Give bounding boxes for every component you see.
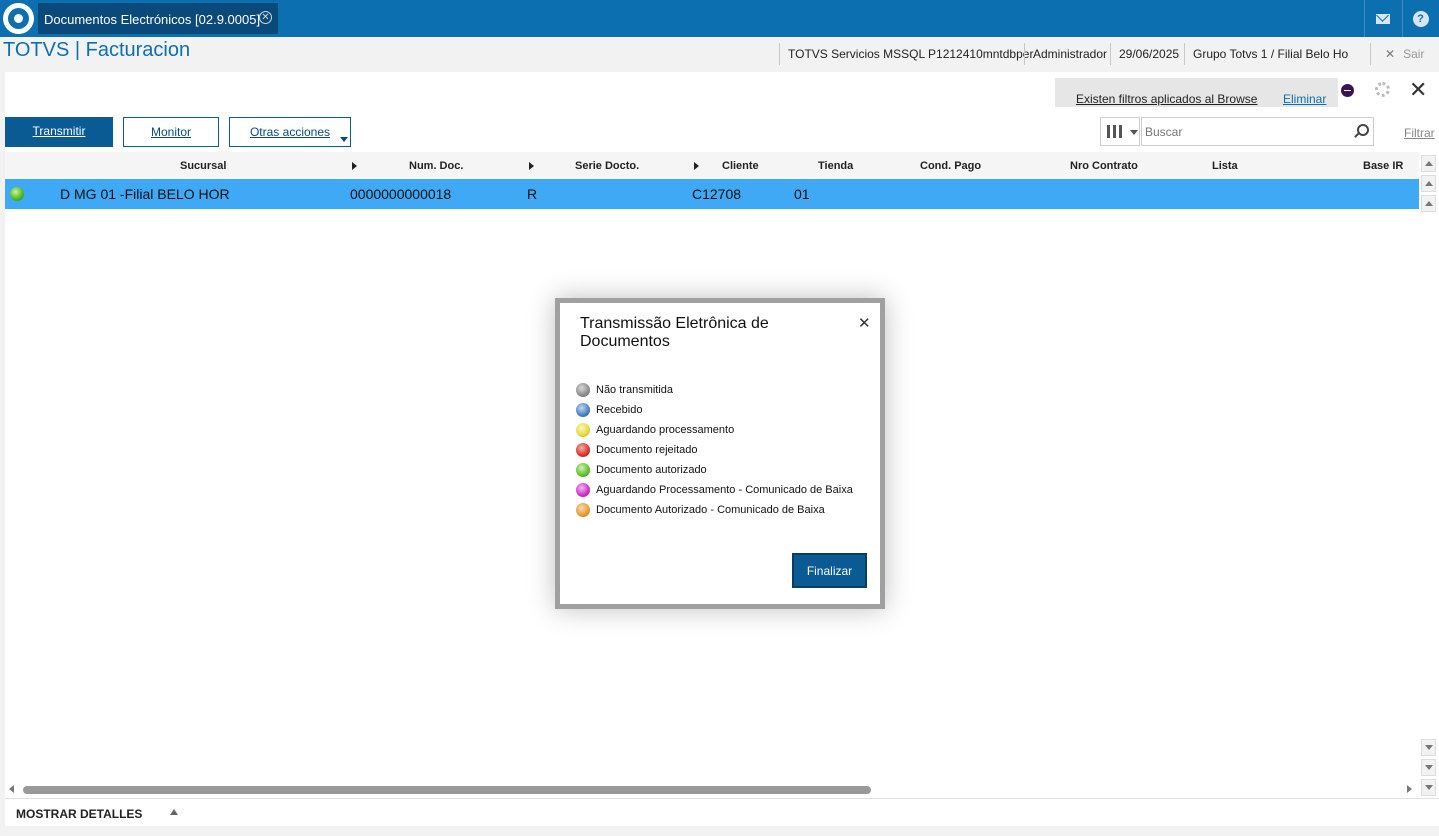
legend-item: Aguardando Processamento - Comunicado de… [576,483,853,503]
monitor-button[interactable]: Monitor [123,117,219,147]
column-header-lista[interactable]: Lista [1212,160,1238,172]
horizontal-scroll-thumb[interactable] [23,786,871,794]
details-bar[interactable]: MOSTRAR DETALLES [5,798,1439,826]
dialog-title: Transmissão Eletrônica de Documentos [580,315,769,350]
gear-icon[interactable] [1375,82,1390,97]
legend-label: Documento Autorizado - Comunicado de Bai… [596,504,825,516]
filter-notice: Existen filtros aplicados al Browse Elim… [1055,78,1338,107]
remove-filters-link[interactable]: Eliminar [1283,92,1326,106]
column-header-serie[interactable]: Serie Docto. [575,160,639,172]
top-bar: Documentos Electrónicos [02.9.0005] ✕ ? [0,0,1439,37]
scroll-right-icon[interactable] [1407,785,1412,793]
legend-label: Aguardando Processamento - Comunicado de… [596,484,853,496]
scroll-page-down-button[interactable] [1421,759,1436,776]
close-icon: ✕ [1385,47,1396,61]
status-red-icon [576,443,590,457]
dialog-close-icon[interactable]: ✕ [858,314,871,332]
status-magenta-icon [576,483,590,497]
column-header-tienda[interactable]: Tienda [818,160,853,172]
exit-button[interactable]: ✕ Sair [1370,43,1438,65]
cell-cliente: C12708 [692,186,742,202]
tab-title: Documentos Electrónicos [02.9.0005] [44,12,261,27]
status-green-icon [576,463,590,477]
app-header: TOTVS | Facturacion TOTVS Servicios MSSQ… [0,37,1439,70]
grid-header: Sucursal Num. Doc. Serie Docto. Cliente … [5,152,1419,179]
close-icon[interactable]: ✕ [1409,79,1427,101]
show-details-label[interactable]: MOSTRAR DETALLES [16,807,142,821]
mail-button[interactable] [1364,0,1400,37]
filter-notice-text[interactable]: Existen filtros aplicados al Browse [1076,92,1257,106]
status-grey-icon [576,383,590,397]
scroll-top-button[interactable] [1421,155,1436,172]
legend-dialog: Transmissão Eletrônica de Documentos ✕ N… [555,298,885,609]
status-authorized-icon [10,187,24,201]
column-header-num-doc[interactable]: Num. Doc. [409,160,463,172]
help-icon: ? [1412,10,1429,27]
legend-label: Aguardando processamento [596,424,735,436]
totvs-logo-icon[interactable] [3,3,34,34]
columns-icon [1107,125,1122,138]
scroll-down-button[interactable] [1421,739,1436,756]
scroll-left-icon[interactable] [9,785,14,793]
cell-serie: R [527,186,538,202]
cell-tienda: 01 [794,186,810,202]
sort-arrow-icon[interactable] [529,162,534,170]
transmit-button[interactable]: Transmitir [5,117,113,147]
legend-label: Recebido [596,404,643,416]
column-header-base-ir[interactable]: Base IR [1363,160,1403,172]
cell-num-doc: 0000000000018 [350,186,452,202]
search-icon[interactable] [1357,124,1369,136]
cell-sucursal: D MG 01 -Filial BELO HOR [60,186,230,202]
legend-item: Aguardando processamento [576,423,853,443]
status-blue-icon [576,403,590,417]
status-legend: Não transmitida Recebido Aguardando proc… [576,383,853,523]
search-input[interactable] [1141,117,1374,146]
tab-documentos-electronicos[interactable]: Documentos Electrónicos [02.9.0005] ✕ [38,3,278,34]
status-orange-icon [576,503,590,517]
scroll-bottom-button[interactable] [1421,779,1436,796]
legend-item: Documento autorizado [576,463,853,483]
chevron-up-icon[interactable] [170,809,178,815]
minus-circle-icon[interactable] [1341,84,1354,97]
column-header-nro-contrato[interactable]: Nro Contrato [1070,160,1138,172]
column-header-sucursal[interactable]: Sucursal [180,160,226,172]
scroll-up-button[interactable] [1421,195,1436,212]
horizontal-scrollbar[interactable] [5,782,1419,796]
chevron-down-icon [1130,130,1138,135]
filter-link[interactable]: Filtrar [1404,126,1435,140]
column-picker-button[interactable] [1100,117,1140,146]
user-label: Administrador [1024,43,1115,65]
date-label: 29/06/2025 [1110,43,1187,65]
table-row[interactable]: D MG 01 -Filial BELO HOR 0000000000018 R… [5,179,1419,209]
finish-button[interactable]: Finalizar [792,553,867,588]
mail-icon [1375,13,1390,24]
legend-item: Recebido [576,403,853,423]
legend-item: Não transmitida [576,383,853,403]
tab-close-icon[interactable]: ✕ [259,11,272,24]
more-actions-label: Otras acciones [249,125,331,139]
sort-arrow-icon[interactable] [694,162,699,170]
scroll-page-up-button[interactable] [1421,175,1436,192]
branch-label: Grupo Totvs 1 / Filial Belo Hor [1184,43,1348,65]
legend-label: Documento autorizado [596,464,707,476]
app-title: TOTVS | Facturacion [3,39,191,61]
legend-label: Documento rejeitado [596,444,698,456]
column-header-cliente[interactable]: Cliente [722,160,759,172]
legend-item: Documento Autorizado - Comunicado de Bai… [576,503,853,523]
legend-label: Não transmitida [596,384,674,396]
column-header-cond-pago[interactable]: Cond. Pago [920,160,981,172]
environment-label: TOTVS Servicios MSSQL P1212410mntdbper [779,43,1041,65]
status-yellow-icon [576,423,590,437]
sort-arrow-icon[interactable] [352,162,357,170]
more-actions-button[interactable]: Otras acciones [229,117,351,147]
legend-item: Documento rejeitado [576,443,853,463]
vertical-scrollbar[interactable] [1419,152,1439,802]
help-button[interactable]: ? [1402,0,1438,37]
chevron-down-icon [340,137,348,142]
exit-label: Sair [1403,47,1425,61]
